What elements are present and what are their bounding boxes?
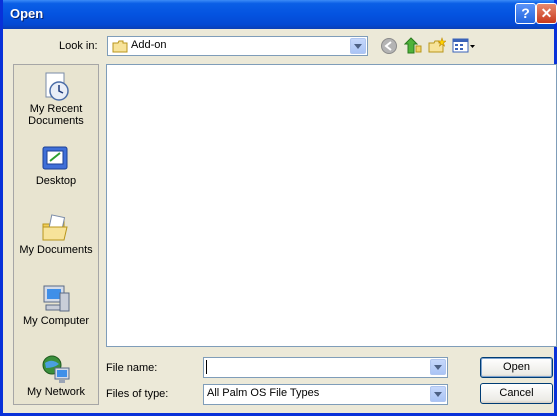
text-caret	[206, 360, 207, 374]
chevron-down-icon[interactable]	[430, 359, 446, 375]
new-folder-icon[interactable]	[428, 37, 446, 55]
place-label: Desktop	[35, 175, 77, 187]
cancel-button[interactable]: Cancel	[480, 383, 553, 404]
back-icon[interactable]	[380, 37, 398, 55]
dialog-title: Open	[10, 6, 44, 21]
up-folder-icon[interactable]	[404, 36, 422, 54]
open-dialog: Open ? ✕ Look in: Add-on My Recent Docum…	[0, 0, 557, 416]
recent-documents-icon	[45, 72, 69, 101]
my-documents-icon	[42, 214, 68, 241]
open-button[interactable]: Open	[480, 357, 553, 378]
place-label: My Documents	[19, 244, 93, 256]
my-network-icon	[42, 355, 70, 383]
close-button[interactable]: ✕	[536, 3, 557, 24]
place-label: My Recent Documents	[28, 103, 84, 127]
place-my-network[interactable]: My Network	[14, 354, 98, 398]
chevron-down-icon[interactable]	[350, 38, 366, 54]
place-label: My Computer	[22, 315, 90, 327]
look-in-dropdown[interactable]: Add-on	[107, 36, 368, 56]
place-label: My Network	[26, 386, 86, 398]
file-list[interactable]	[106, 64, 557, 347]
place-desktop[interactable]: Desktop	[14, 143, 98, 187]
place-my-computer[interactable]: My Computer	[14, 283, 98, 327]
help-button[interactable]: ?	[515, 3, 536, 24]
file-name-label: File name:	[106, 362, 158, 374]
file-name-field[interactable]	[203, 357, 448, 378]
places-bar: My Recent Documents Desktop My Documents	[13, 64, 99, 405]
files-of-type-dropdown[interactable]: All Palm OS File Types	[203, 384, 448, 405]
look-in-value: Add-on	[131, 39, 167, 51]
my-computer-icon	[43, 285, 70, 312]
view-menu-icon[interactable]	[452, 37, 476, 55]
folder-icon	[112, 40, 128, 53]
desktop-icon	[42, 146, 68, 170]
title-bar[interactable]: Open ? ✕	[3, 0, 557, 29]
look-in-label: Look in:	[59, 40, 98, 52]
place-my-recent-documents[interactable]: My Recent Documents	[14, 71, 98, 127]
files-of-type-value: All Palm OS File Types	[207, 387, 320, 399]
place-my-documents[interactable]: My Documents	[14, 212, 98, 256]
chevron-down-icon[interactable]	[430, 386, 446, 402]
files-of-type-label: Files of type:	[106, 388, 169, 400]
